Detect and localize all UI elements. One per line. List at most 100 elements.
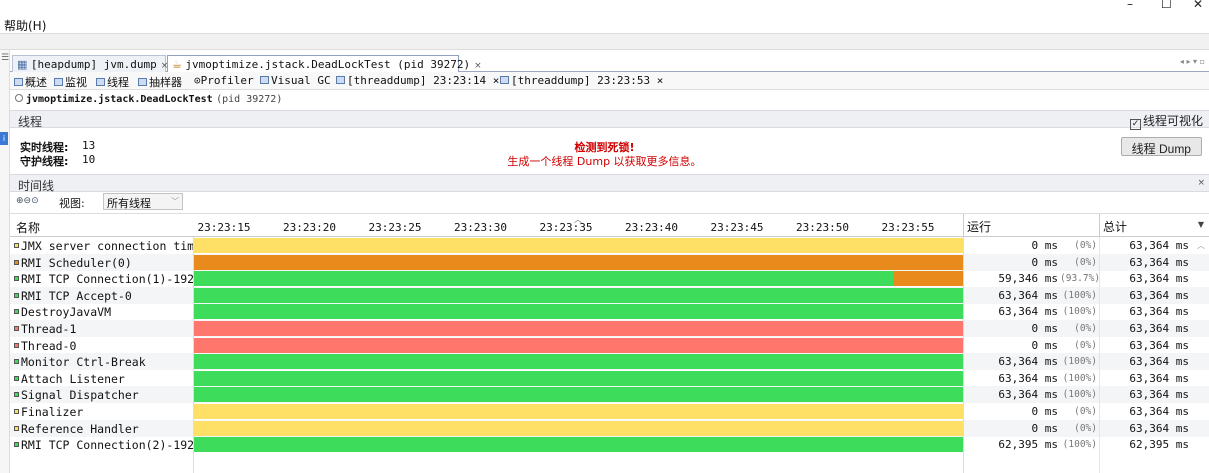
menu-help[interactable]: 帮助(H) xyxy=(4,17,46,34)
close-tab-icon[interactable]: × xyxy=(657,74,664,87)
total-time: 63,364 ms xyxy=(1129,288,1189,302)
table-row[interactable]: Thread-0 0 ms (0%) 63,364 ms xyxy=(10,337,1209,354)
thread-state-icon xyxy=(14,292,19,298)
thread-state-icon xyxy=(14,359,19,365)
thread-state-icon xyxy=(14,276,19,282)
time-tick-label: 23:23:20 xyxy=(283,221,336,234)
running-time: 63,364 ms xyxy=(998,371,1058,385)
view-select[interactable]: 所有线程 ﹀ xyxy=(103,193,183,210)
thread-state-icon xyxy=(14,342,19,348)
table-row[interactable]: Finalizer 0 ms (0%) 63,364 ms xyxy=(10,403,1209,420)
thread-state-icon xyxy=(14,442,19,448)
column-running[interactable]: 运行 xyxy=(967,218,991,235)
table-header: 名称 23:23:15 23:23:20 23:23:25 23:23:30 23:23… xyxy=(10,213,1209,238)
tab-scroll-icon[interactable]: ◂ ▸ ▾ ▫ xyxy=(1180,57,1205,66)
table-row[interactable]: JMX server connection timeo 0 ms (0%) 63,36… xyxy=(10,237,1209,254)
tab-heapdump[interactable]: ▦ [heapdump] jvm.dump × xyxy=(12,55,168,72)
timeline-filter-bar: ⊕⊖⊙ 视图: 所有线程 ﹀ xyxy=(10,193,1209,211)
total-time: 63,364 ms xyxy=(1129,338,1189,352)
column-name[interactable]: 名称 xyxy=(16,219,40,236)
visual-gc-icon xyxy=(260,76,269,84)
tab-overview[interactable]: 概述 xyxy=(14,74,47,90)
scroll-up-icon[interactable]: ︿ xyxy=(1197,240,1205,251)
running-percent: (100%) xyxy=(1062,389,1097,401)
running-percent: (0%) xyxy=(1074,256,1097,268)
running-time: 63,364 ms xyxy=(998,388,1058,402)
running-time: 62,395 ms xyxy=(998,438,1058,452)
thread-state-bar xyxy=(194,254,963,270)
visualize-checkbox[interactable]: ✓ 线程可视化 xyxy=(1129,112,1203,130)
tab-deadlocktest[interactable]: ☕ jvmoptimize.jstack.DeadLockTest (pid 3… xyxy=(167,55,482,72)
time-tick-label: 23:23:15 xyxy=(197,221,251,234)
tab-threaddump-1[interactable]: [threaddump] 23:23:14 × xyxy=(336,74,499,87)
time-tick-label: 23:23:35 xyxy=(539,221,593,234)
thread-state-bar xyxy=(194,337,963,353)
running-percent: (100%) xyxy=(1062,439,1097,451)
thread-timeline-table: 名称 23:23:15 23:23:20 23:23:25 23:23:30 23:23… xyxy=(10,213,1209,473)
deadlock-hint: 生成一个线程 Dump 以获取更多信息。 xyxy=(507,155,702,168)
tab-sampler[interactable]: 抽样器 xyxy=(138,74,182,90)
collapse-icon[interactable]: ☰ xyxy=(1,53,9,63)
total-time: 63,364 ms xyxy=(1129,388,1189,402)
section-title: 线程 xyxy=(18,115,43,129)
close-window-button[interactable]: ✕ xyxy=(1193,0,1203,11)
time-tick-label: 23:23:40 xyxy=(625,221,678,234)
total-time: 63,364 ms xyxy=(1129,322,1189,335)
java-app-icon: ☕ xyxy=(172,58,182,71)
total-time: 63,364 ms xyxy=(1129,239,1189,252)
total-time: 63,364 ms xyxy=(1129,355,1189,369)
thread-name: RMI TCP Accept-0 xyxy=(14,289,194,303)
column-menu-icon[interactable]: ▼ xyxy=(1198,220,1204,229)
time-tick-label: 23:23:45 xyxy=(710,221,764,234)
tab-threaddump-2[interactable]: [threaddump] 23:23:53 × xyxy=(500,74,663,87)
tab-visual-gc[interactable]: Visual GC xyxy=(260,74,331,87)
thread-state-bar xyxy=(194,420,963,436)
thread-name: DestroyJavaVM xyxy=(14,305,194,319)
running-time: 0 ms xyxy=(1031,239,1059,252)
process-icon xyxy=(15,94,23,102)
running-time: 0 ms xyxy=(1031,405,1059,418)
menu-bar: 帮助(H) xyxy=(0,14,1209,34)
process-title: jvmoptimize.jstack.DeadLockTest (pid 392… xyxy=(15,94,282,105)
column-total[interactable]: 总计 xyxy=(1103,218,1127,235)
table-row[interactable]: RMI Scheduler(0) 0 ms (0%) 63,364 ms xyxy=(10,253,1209,271)
thread-name: Finalizer xyxy=(14,405,194,419)
maximize-button[interactable]: ☐ xyxy=(1161,0,1172,11)
table-row[interactable]: DestroyJavaVM 63,364 ms (100%) 63,364 ms xyxy=(10,303,1209,320)
table-row[interactable]: RMI TCP Connection(2)-192.1 62,395 ms (100… xyxy=(10,436,1209,453)
table-row[interactable]: Signal Dispatcher 63,364 ms (100%) 63,364 m… xyxy=(10,386,1209,404)
table-row[interactable]: Monitor Ctrl-Break 63,364 ms (100%) 63,364 … xyxy=(10,353,1209,371)
running-time: 59,346 ms xyxy=(998,272,1058,286)
tab-monitor[interactable]: 监视 xyxy=(54,74,87,90)
thread-state-bar xyxy=(194,271,894,287)
table-row[interactable]: RMI TCP Accept-0 63,364 ms (100%) 63,364 ms xyxy=(10,286,1209,304)
threads-icon xyxy=(96,78,105,86)
close-tab-icon[interactable]: × xyxy=(493,74,500,87)
tab-profiler[interactable]: ⊙Profiler xyxy=(194,74,254,87)
tab-threads[interactable]: 线程 xyxy=(96,74,129,90)
running-percent: (0%) xyxy=(1074,339,1097,351)
running-time: 63,364 ms xyxy=(998,305,1058,319)
sort-icon: ︿ xyxy=(574,215,582,224)
total-time: 63,364 ms xyxy=(1129,371,1189,385)
table-row[interactable]: RMI TCP Connection(1)-192.1 59,346 ms (93.… xyxy=(10,270,1209,287)
table-row[interactable]: Attach Listener 63,364 ms (100%) 63,364 ms xyxy=(10,370,1209,387)
thread-state-bar xyxy=(194,238,963,253)
thread-state-bar xyxy=(194,387,963,403)
table-row[interactable]: Thread-1 0 ms (0%) 63,364 ms xyxy=(10,320,1209,337)
view-label: 视图: xyxy=(59,197,85,210)
thread-dump-button[interactable]: 线程 Dump xyxy=(1120,137,1202,156)
thread-state-bar xyxy=(194,287,963,303)
running-percent: (100%) xyxy=(1062,306,1097,318)
thread-state-bar-tail xyxy=(894,271,963,287)
thread-state-icon xyxy=(14,259,19,265)
close-icon[interactable]: × xyxy=(1197,178,1205,188)
table-row[interactable]: Reference Handler 0 ms (0%) 63,364 ms xyxy=(10,419,1209,437)
minimize-button[interactable]: – xyxy=(1127,0,1133,11)
close-tab-icon[interactable]: × xyxy=(474,61,482,71)
thread-state-bar xyxy=(194,354,963,370)
zoom-icons[interactable]: ⊕⊖⊙ xyxy=(16,196,39,206)
running-time: 63,364 ms xyxy=(998,355,1058,369)
monitor-icon xyxy=(54,78,63,86)
thread-name: Signal Dispatcher xyxy=(14,388,194,402)
